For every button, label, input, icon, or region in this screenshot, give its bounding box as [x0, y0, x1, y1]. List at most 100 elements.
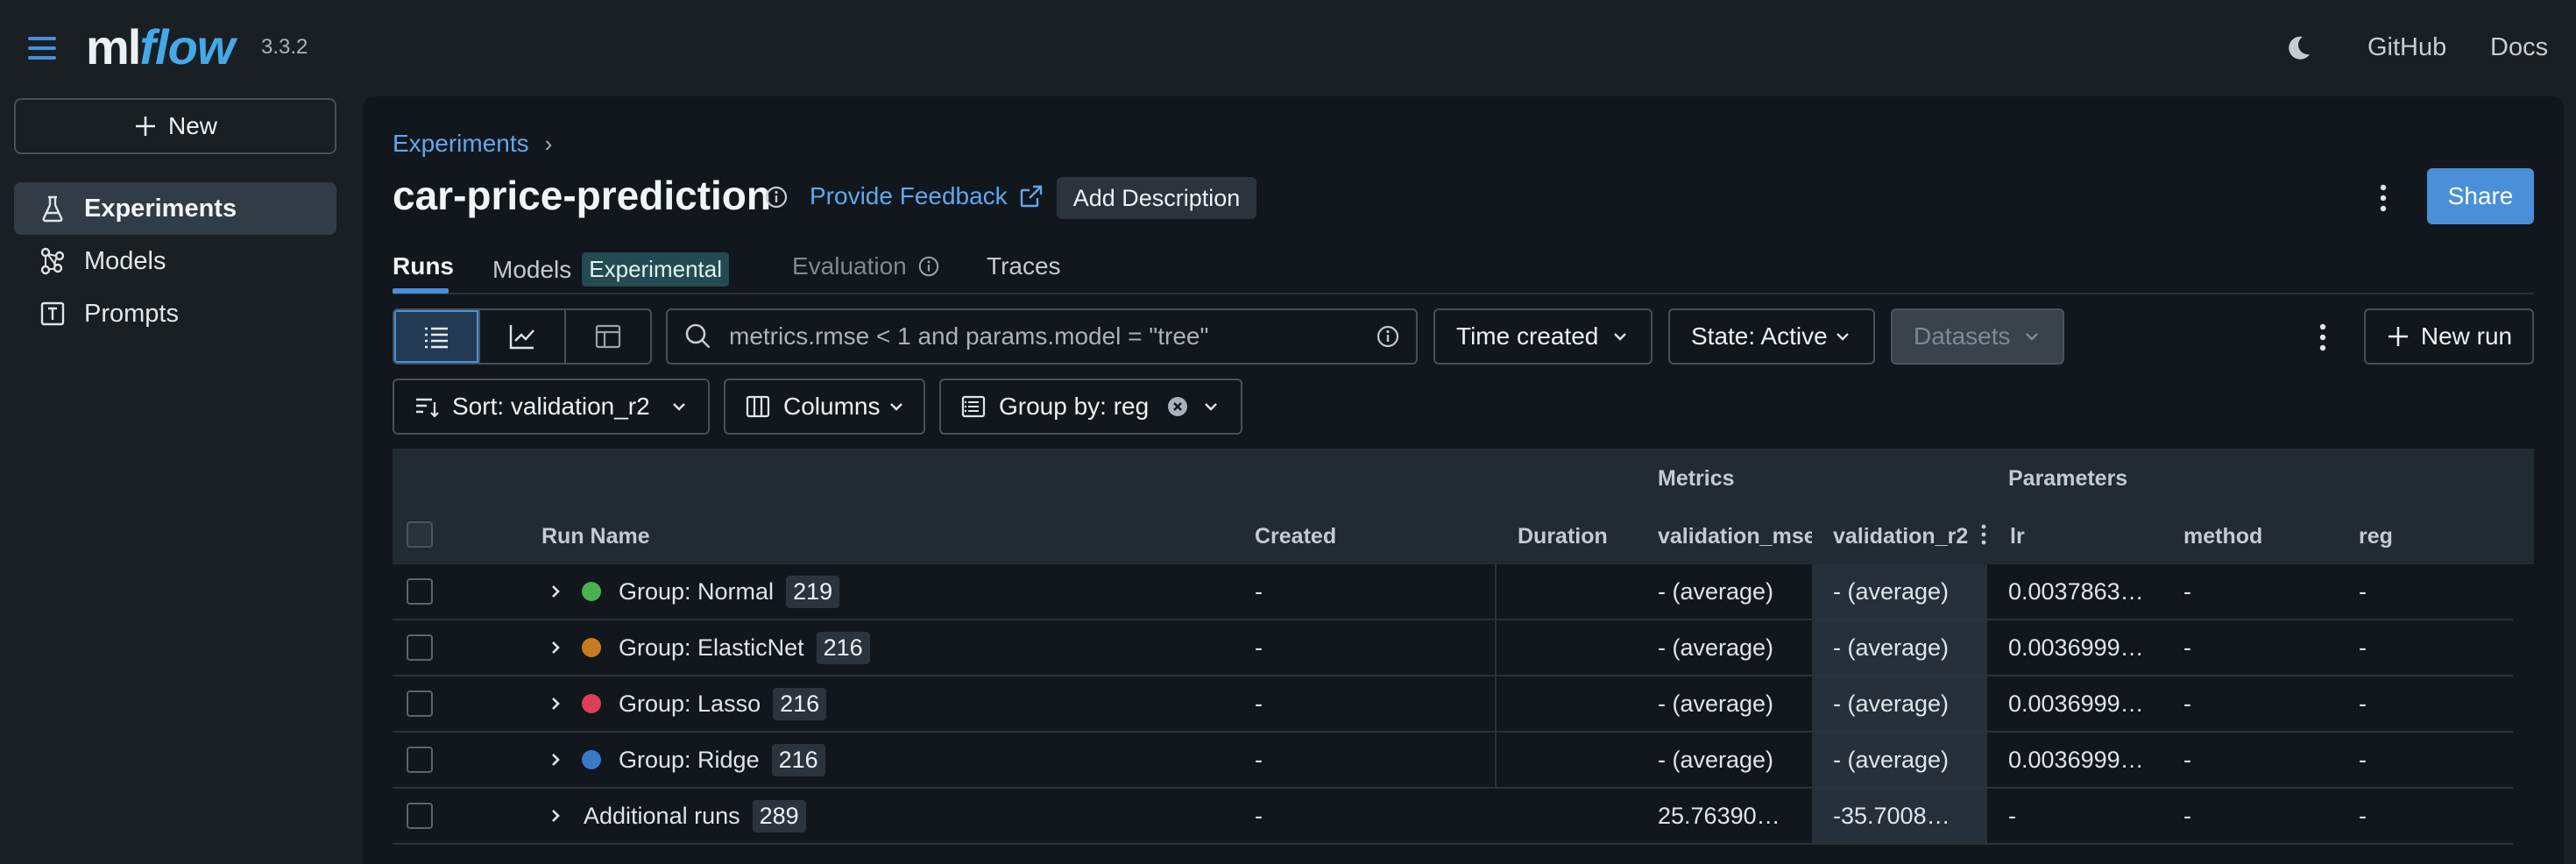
chevron-right-icon[interactable] — [547, 733, 564, 787]
method-cell: - — [2183, 746, 2191, 773]
sidebar-item-label: Experiments — [84, 194, 237, 223]
run-name-cell: Group: Lasso 216 — [619, 676, 827, 731]
more-options-icon[interactable] — [2369, 181, 2397, 216]
moon-icon[interactable] — [2283, 33, 2313, 63]
columns-dropdown[interactable]: Columns — [724, 379, 925, 435]
row-checkbox[interactable] — [407, 620, 433, 675]
reg-cell: - — [2359, 802, 2367, 829]
group-color-dot — [582, 564, 601, 619]
column-header-run-name[interactable]: Run Name — [541, 524, 650, 549]
chevron-right-icon: › — [544, 130, 553, 157]
reg-cell: - — [2359, 690, 2367, 717]
add-description-button[interactable]: Add Description — [1057, 177, 1256, 219]
chevron-right-icon[interactable] — [547, 620, 564, 675]
chevron-down-icon — [669, 397, 689, 416]
created-cell: - — [1255, 746, 1263, 773]
sort-label: Sort: validation_r2 — [452, 393, 650, 420]
validation-mse-cell: - (average) — [1658, 746, 1774, 773]
share-button[interactable]: Share — [2427, 168, 2534, 224]
state-dropdown[interactable]: State: Active — [1668, 308, 1875, 365]
group-icon — [960, 393, 987, 420]
tab-label: Runs — [393, 252, 454, 280]
column-header-reg[interactable]: reg — [2359, 524, 2393, 549]
group-by-dropdown[interactable]: Group by: reg — [939, 379, 1242, 435]
github-link[interactable]: GitHub — [2367, 33, 2446, 62]
logo-flow-text: flow — [139, 18, 235, 74]
column-header-duration[interactable]: Duration — [1518, 524, 1608, 549]
info-icon[interactable] — [764, 185, 789, 209]
chevron-right-icon[interactable] — [547, 564, 564, 619]
info-icon[interactable] — [1376, 324, 1400, 349]
column-header-created[interactable]: Created — [1255, 524, 1336, 549]
artifact-view-button[interactable] — [566, 310, 650, 363]
select-all-checkbox[interactable] — [407, 521, 433, 548]
row-checkbox[interactable] — [407, 676, 433, 731]
run-count-badge: 216 — [771, 743, 825, 776]
group-by-label: Group by: reg — [999, 393, 1150, 420]
top-bar: ml flow 3.3.2 GitHub Docs — [0, 0, 2576, 96]
method-cell: - — [2183, 802, 2191, 829]
tab-models[interactable]: Models Experimental — [492, 252, 729, 287]
new-run-button[interactable]: New run — [2364, 308, 2534, 365]
group-name: Group: ElasticNet — [619, 634, 804, 661]
hamburger-menu-icon[interactable] — [25, 33, 60, 63]
column-header-validation-mse[interactable]: validation_mse — [1658, 524, 1812, 549]
docs-link[interactable]: Docs — [2490, 33, 2548, 62]
group-color-dot — [582, 676, 601, 731]
created-cell: - — [1255, 690, 1263, 717]
table-row[interactable]: Group: Lasso 216 - - (average) - (average… — [393, 676, 2513, 733]
run-count-badge: 219 — [786, 575, 840, 608]
row-checkbox[interactable] — [407, 564, 433, 619]
datasets-dropdown[interactable]: Datasets — [1891, 308, 2064, 365]
validation-mse-cell: - (average) — [1658, 577, 1774, 605]
new-button-label: New — [167, 112, 217, 139]
mlflow-logo[interactable]: ml flow — [86, 16, 235, 77]
chevron-down-icon — [887, 397, 906, 416]
table-row[interactable]: Group: Normal 219 - - (average) - (averag… — [393, 564, 2513, 620]
column-header-lr[interactable]: lr — [2010, 524, 2025, 549]
column-menu-icon[interactable] — [1978, 522, 1989, 547]
sidebar-item-prompts[interactable]: Prompts — [14, 287, 336, 340]
chevron-down-icon — [1833, 327, 1852, 346]
row-checkbox[interactable] — [407, 733, 433, 787]
more-options-icon[interactable] — [2310, 321, 2336, 354]
provide-feedback-link[interactable]: Provide Feedback — [810, 182, 1044, 210]
run-name-cell: Group: ElasticNet 216 — [619, 620, 870, 675]
new-button[interactable]: New — [14, 98, 336, 154]
tab-evaluation[interactable]: Evaluation — [792, 252, 940, 280]
sidebar-item-experiments[interactable]: Experiments — [14, 182, 336, 235]
tab-label: Traces — [987, 252, 1061, 280]
run-name-cell: Additional runs 289 — [584, 789, 806, 843]
table-row[interactable]: Additional runs 289 - 25.76390… -35.7008…… — [393, 789, 2513, 845]
table-row[interactable]: Group: Ridge 216 - - (average) - (average… — [393, 733, 2513, 789]
validation-r2-cell: - (average) — [1833, 577, 1950, 605]
parameters-group-header: Parameters — [2008, 466, 2128, 491]
clear-icon[interactable] — [1166, 395, 1189, 418]
metrics-group-header: Metrics — [1658, 466, 1735, 491]
row-checkbox[interactable] — [407, 789, 433, 843]
chart-view-button[interactable] — [480, 310, 566, 363]
validation-r2-cell: - (average) — [1833, 634, 1950, 661]
line-chart-icon — [507, 322, 537, 351]
column-header-validation-r2[interactable]: validation_r2 — [1833, 524, 1968, 549]
new-run-label: New run — [2420, 322, 2513, 350]
search-input[interactable] — [729, 322, 1360, 351]
sort-dropdown[interactable]: Sort: validation_r2 — [393, 379, 710, 435]
search-box[interactable] — [666, 308, 1418, 365]
lr-cell: 0.0037863… — [2008, 577, 2144, 605]
tab-runs[interactable]: Runs — [393, 252, 454, 280]
tab-label: Models — [492, 255, 572, 283]
sidebar-item-models[interactable]: Models — [14, 235, 336, 287]
column-header-method[interactable]: method — [2183, 524, 2262, 549]
group-name: Group: Normal — [619, 577, 775, 605]
validation-r2-cell: -35.7008… — [1833, 802, 1950, 829]
tabs-divider — [393, 293, 2534, 294]
tab-traces[interactable]: Traces — [987, 252, 1061, 280]
group-name: Group: Ridge — [619, 746, 760, 773]
time-created-dropdown[interactable]: Time created — [1433, 308, 1652, 365]
breadcrumb-experiments-link[interactable]: Experiments — [393, 130, 529, 158]
chevron-right-icon[interactable] — [547, 676, 564, 731]
table-row[interactable]: Group: ElasticNet 216 - - (average) - (av… — [393, 620, 2513, 676]
chevron-right-icon[interactable] — [547, 789, 564, 843]
table-view-button[interactable] — [394, 310, 480, 363]
